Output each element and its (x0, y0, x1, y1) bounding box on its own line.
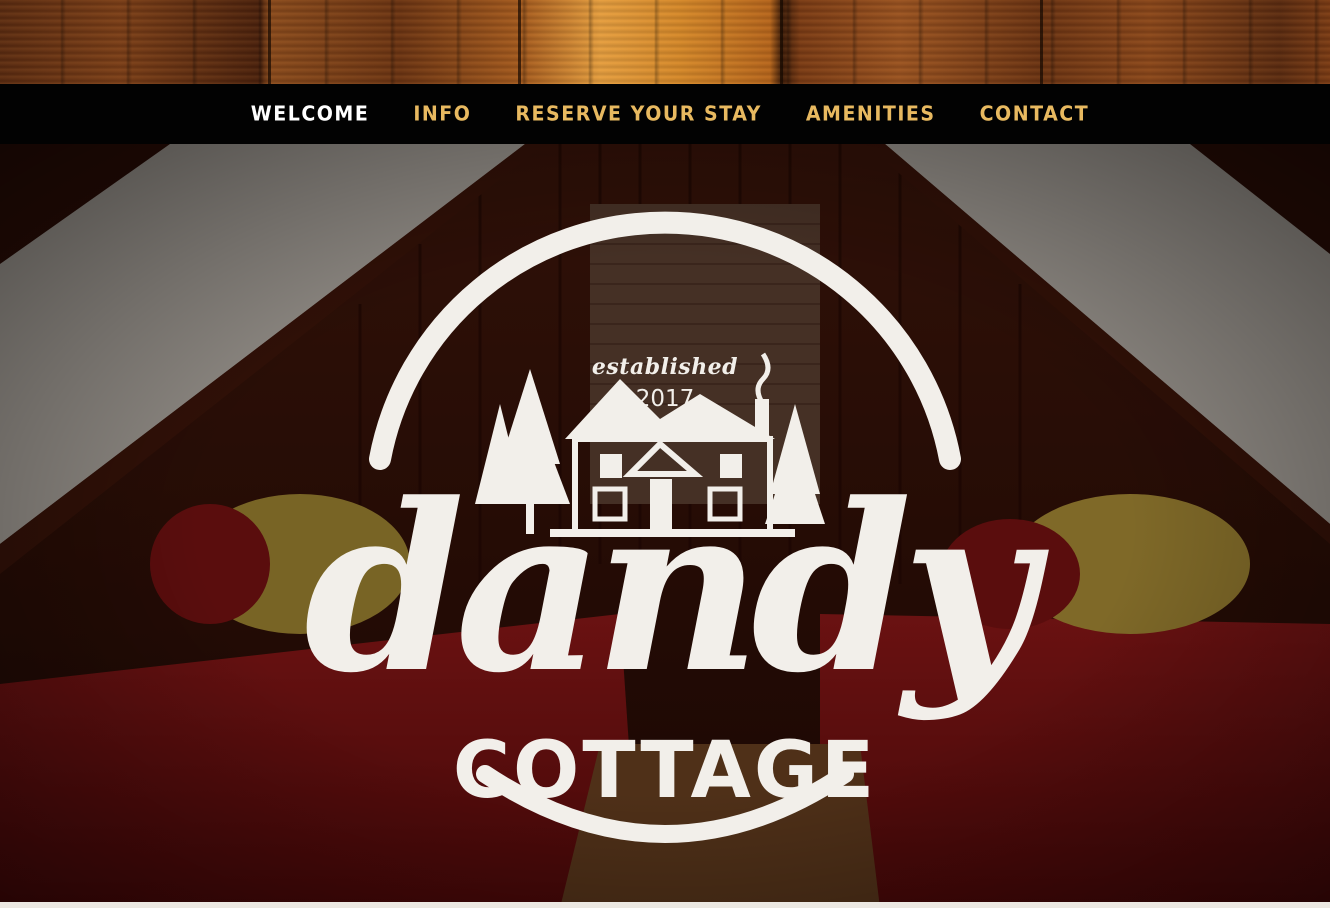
wood-seam (268, 0, 271, 84)
nav-item-info[interactable]: INFO (413, 102, 471, 126)
nav-item-welcome[interactable]: WELCOME (251, 102, 370, 126)
nav-item-contact[interactable]: CONTACT (980, 102, 1090, 126)
logo-established-text: established (591, 354, 739, 380)
dandy-cottage-logo: established 2017 dandy COTTAGE (300, 204, 1036, 908)
wood-header-banner (0, 0, 1330, 84)
wood-seam (780, 0, 783, 84)
bottom-strip (0, 902, 1330, 908)
logo-year-text: 2017 (635, 386, 695, 412)
logo-cottage-text: COTTAGE (452, 726, 878, 816)
wood-seam (518, 0, 521, 84)
wood-seam (1040, 0, 1043, 84)
logo-dandy-text: dandy (304, 454, 1036, 724)
hero-section: established 2017 dandy COTTAGE (0, 144, 1330, 908)
nav-item-amenities[interactable]: AMENITIES (806, 102, 936, 126)
main-nav: WELCOME INFO RESERVE YOUR STAY AMENITIES… (0, 84, 1330, 144)
nav-item-reserve-your-stay[interactable]: RESERVE YOUR STAY (515, 102, 761, 126)
